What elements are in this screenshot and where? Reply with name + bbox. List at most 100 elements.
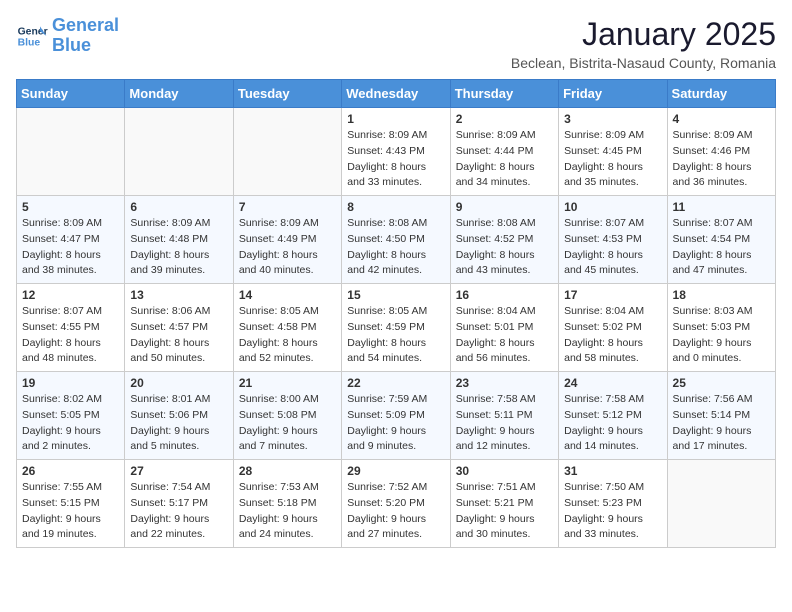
day-info: Sunrise: 7:58 AMSunset: 5:11 PMDaylight:… <box>456 392 553 455</box>
day-cell: 11 Sunrise: 8:07 AMSunset: 4:54 PMDayligh… <box>667 196 775 284</box>
day-number: 30 <box>456 464 553 478</box>
day-info: Sunrise: 7:55 AMSunset: 5:15 PMDaylight:… <box>22 480 119 543</box>
day-number: 12 <box>22 288 119 302</box>
day-info: Sunrise: 8:08 AMSunset: 4:52 PMDaylight:… <box>456 216 553 279</box>
day-number: 6 <box>130 200 227 214</box>
day-number: 15 <box>347 288 444 302</box>
day-info: Sunrise: 7:50 AMSunset: 5:23 PMDaylight:… <box>564 480 661 543</box>
day-cell: 20Sunrise: 8:01 AMSunset: 5:06 PMDayligh… <box>125 372 233 460</box>
day-cell: 28 Sunrise: 7:53 AMSunset: 5:18 PMDayligh… <box>233 460 341 548</box>
weekday-header-thursday: Thursday <box>450 80 558 108</box>
day-cell: 29 Sunrise: 7:52 AMSunset: 5:20 PMDayligh… <box>342 460 450 548</box>
week-row-5: 26 Sunrise: 7:55 AMSunset: 5:15 PMDayligh… <box>17 460 776 548</box>
day-cell: 12Sunrise: 8:07 AMSunset: 4:55 PMDayligh… <box>17 284 125 372</box>
day-cell: 24Sunrise: 7:58 AMSunset: 5:12 PMDayligh… <box>559 372 667 460</box>
day-cell: 3 Sunrise: 8:09 AMSunset: 4:45 PMDaylight… <box>559 108 667 196</box>
day-cell: 16 Sunrise: 8:04 AMSunset: 5:01 PMDayligh… <box>450 284 558 372</box>
week-row-4: 19 Sunrise: 8:02 AMSunset: 5:05 PMDayligh… <box>17 372 776 460</box>
day-info: Sunrise: 8:05 AMSunset: 4:59 PMDaylight:… <box>347 304 444 367</box>
day-info: Sunrise: 7:58 AMSunset: 5:12 PMDaylight:… <box>564 392 661 455</box>
page-header: General Blue General Blue January 2025 B… <box>16 16 776 71</box>
day-number: 18 <box>673 288 770 302</box>
day-number: 11 <box>673 200 770 214</box>
day-number: 29 <box>347 464 444 478</box>
day-cell: 23 Sunrise: 7:58 AMSunset: 5:11 PMDayligh… <box>450 372 558 460</box>
day-cell <box>125 108 233 196</box>
day-cell: 22 Sunrise: 7:59 AMSunset: 5:09 PMDayligh… <box>342 372 450 460</box>
day-info: Sunrise: 7:53 AMSunset: 5:18 PMDaylight:… <box>239 480 336 543</box>
day-cell: 26 Sunrise: 7:55 AMSunset: 5:15 PMDayligh… <box>17 460 125 548</box>
day-number: 5 <box>22 200 119 214</box>
day-info: Sunrise: 8:09 AMSunset: 4:44 PMDaylight:… <box>456 128 553 191</box>
day-info: Sunrise: 8:09 AMSunset: 4:49 PMDaylight:… <box>239 216 336 279</box>
week-row-3: 12Sunrise: 8:07 AMSunset: 4:55 PMDayligh… <box>17 284 776 372</box>
day-number: 19 <box>22 376 119 390</box>
day-info: Sunrise: 7:54 AMSunset: 5:17 PMDaylight:… <box>130 480 227 543</box>
day-cell: 25 Sunrise: 7:56 AMSunset: 5:14 PMDayligh… <box>667 372 775 460</box>
day-cell: 7 Sunrise: 8:09 AMSunset: 4:49 PMDaylight… <box>233 196 341 284</box>
day-info: Sunrise: 8:09 AMSunset: 4:48 PMDaylight:… <box>130 216 227 279</box>
day-info: Sunrise: 8:04 AMSunset: 5:01 PMDaylight:… <box>456 304 553 367</box>
day-info: Sunrise: 7:56 AMSunset: 5:14 PMDaylight:… <box>673 392 770 455</box>
logo: General Blue General Blue <box>16 16 119 56</box>
day-number: 4 <box>673 112 770 126</box>
day-cell <box>667 460 775 548</box>
day-info: Sunrise: 8:07 AMSunset: 4:54 PMDaylight:… <box>673 216 770 279</box>
day-info: Sunrise: 8:09 AMSunset: 4:45 PMDaylight:… <box>564 128 661 191</box>
day-number: 17 <box>564 288 661 302</box>
day-info: Sunrise: 8:04 AMSunset: 5:02 PMDaylight:… <box>564 304 661 367</box>
day-cell <box>233 108 341 196</box>
day-cell: 1 Sunrise: 8:09 AMSunset: 4:43 PMDaylight… <box>342 108 450 196</box>
weekday-header-saturday: Saturday <box>667 80 775 108</box>
weekday-header-sunday: Sunday <box>17 80 125 108</box>
day-number: 31 <box>564 464 661 478</box>
weekday-header-friday: Friday <box>559 80 667 108</box>
day-cell: 31 Sunrise: 7:50 AMSunset: 5:23 PMDayligh… <box>559 460 667 548</box>
day-info: Sunrise: 8:02 AMSunset: 5:05 PMDaylight:… <box>22 392 119 455</box>
day-info: Sunrise: 8:03 AMSunset: 5:03 PMDaylight:… <box>673 304 770 367</box>
day-info: Sunrise: 7:59 AMSunset: 5:09 PMDaylight:… <box>347 392 444 455</box>
day-number: 3 <box>564 112 661 126</box>
day-number: 27 <box>130 464 227 478</box>
day-number: 13 <box>130 288 227 302</box>
day-cell <box>17 108 125 196</box>
day-info: Sunrise: 8:08 AMSunset: 4:50 PMDaylight:… <box>347 216 444 279</box>
day-info: Sunrise: 8:07 AMSunset: 4:53 PMDaylight:… <box>564 216 661 279</box>
day-number: 26 <box>22 464 119 478</box>
day-number: 28 <box>239 464 336 478</box>
day-number: 22 <box>347 376 444 390</box>
day-cell: 6 Sunrise: 8:09 AMSunset: 4:48 PMDaylight… <box>125 196 233 284</box>
logo-icon: General Blue <box>16 20 48 52</box>
svg-text:Blue: Blue <box>18 37 41 48</box>
day-number: 21 <box>239 376 336 390</box>
day-number: 7 <box>239 200 336 214</box>
day-number: 1 <box>347 112 444 126</box>
logo-text: General Blue <box>52 16 119 56</box>
weekday-header-tuesday: Tuesday <box>233 80 341 108</box>
day-cell: 17 Sunrise: 8:04 AMSunset: 5:02 PMDayligh… <box>559 284 667 372</box>
day-number: 20 <box>130 376 227 390</box>
day-number: 8 <box>347 200 444 214</box>
day-number: 2 <box>456 112 553 126</box>
day-cell: 9Sunrise: 8:08 AMSunset: 4:52 PMDaylight… <box>450 196 558 284</box>
day-cell: 13 Sunrise: 8:06 AMSunset: 4:57 PMDayligh… <box>125 284 233 372</box>
title-block: January 2025 Beclean, Bistrita-Nasaud Co… <box>511 16 776 71</box>
weekday-header-row: SundayMondayTuesdayWednesdayThursdayFrid… <box>17 80 776 108</box>
day-info: Sunrise: 8:09 AMSunset: 4:43 PMDaylight:… <box>347 128 444 191</box>
week-row-2: 5 Sunrise: 8:09 AMSunset: 4:47 PMDaylight… <box>17 196 776 284</box>
logo-line1: General <box>52 15 119 35</box>
day-info: Sunrise: 7:52 AMSunset: 5:20 PMDaylight:… <box>347 480 444 543</box>
day-number: 23 <box>456 376 553 390</box>
day-info: Sunrise: 8:05 AMSunset: 4:58 PMDaylight:… <box>239 304 336 367</box>
day-cell: 21 Sunrise: 8:00 AMSunset: 5:08 PMDayligh… <box>233 372 341 460</box>
day-info: Sunrise: 7:51 AMSunset: 5:21 PMDaylight:… <box>456 480 553 543</box>
day-number: 16 <box>456 288 553 302</box>
week-row-1: 1 Sunrise: 8:09 AMSunset: 4:43 PMDaylight… <box>17 108 776 196</box>
day-info: Sunrise: 8:00 AMSunset: 5:08 PMDaylight:… <box>239 392 336 455</box>
day-info: Sunrise: 8:06 AMSunset: 4:57 PMDaylight:… <box>130 304 227 367</box>
day-cell: 19 Sunrise: 8:02 AMSunset: 5:05 PMDayligh… <box>17 372 125 460</box>
day-cell: 14Sunrise: 8:05 AMSunset: 4:58 PMDayligh… <box>233 284 341 372</box>
day-info: Sunrise: 8:09 AMSunset: 4:47 PMDaylight:… <box>22 216 119 279</box>
day-number: 25 <box>673 376 770 390</box>
logo-line2: Blue <box>52 35 91 55</box>
